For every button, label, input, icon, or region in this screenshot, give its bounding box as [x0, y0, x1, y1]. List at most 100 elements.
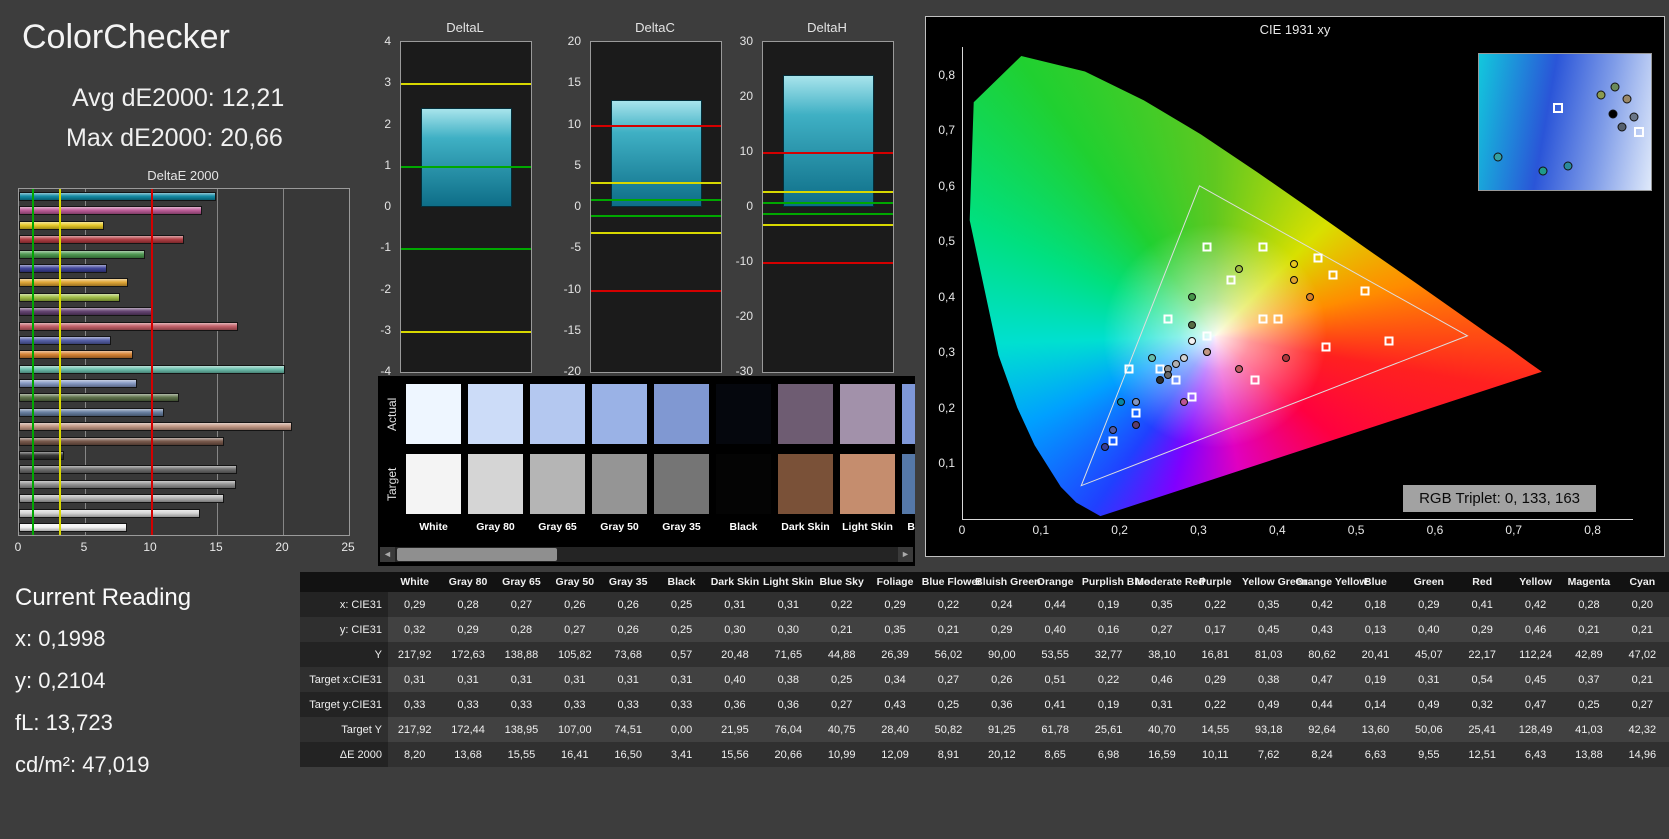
actual-patch-gray-80 — [468, 384, 523, 444]
inset-measured-point — [1617, 122, 1627, 132]
value-cell: 0,21 — [921, 617, 976, 642]
value-cell: 42,89 — [1562, 642, 1616, 667]
value-cell: 0,28 — [494, 617, 549, 642]
value-cell: 81,03 — [1242, 642, 1296, 667]
scroll-left-arrow-icon[interactable]: ◄ — [380, 547, 395, 562]
value-cell: 0,33 — [494, 692, 549, 717]
measured-point-blue-flower — [1132, 398, 1141, 407]
value-cell: 0,26 — [601, 617, 655, 642]
value-cell: 0,25 — [921, 692, 976, 717]
deltah-ticks: 30 20 10 0 -10 -20 -30 — [722, 34, 756, 378]
inset-measured-point — [1610, 82, 1620, 92]
inset-measured-point — [1563, 161, 1573, 171]
tolerance-line — [591, 124, 721, 127]
cie-y-tick: 0,4 — [938, 289, 955, 304]
tolerance-line — [591, 215, 721, 218]
value-cell: 0,45 — [1242, 617, 1296, 642]
delta-range-box — [420, 108, 512, 207]
cie-x-tick: 0,2 — [1111, 523, 1128, 537]
value-cell: 42,32 — [1615, 717, 1669, 742]
measured-point-light-skin — [1203, 348, 1212, 357]
value-cell: 0,38 — [761, 667, 815, 692]
x-tick-label: 15 — [209, 540, 223, 554]
column-header: Moderate Red — [1135, 572, 1205, 592]
reading-y: y: 0,2104 — [15, 668, 106, 693]
value-cell: 0,19 — [1081, 592, 1136, 617]
measured-point-foliage — [1187, 320, 1196, 329]
column-header: Blue Flower — [921, 572, 981, 592]
scroll-right-arrow-icon[interactable]: ► — [898, 547, 913, 562]
value-cell: 107,00 — [548, 717, 602, 742]
patch-scrollbar[interactable]: ◄ ► — [380, 547, 913, 562]
deltae-bar-dark-skin — [19, 436, 225, 446]
column-header: Gray 80 — [441, 572, 495, 592]
deltae-bar-foliage — [19, 393, 179, 403]
deltah-chart: DeltaH 30 20 10 0 -10 -20 -30 — [722, 20, 894, 392]
value-cell: 80,62 — [1295, 642, 1349, 667]
cie-x-tick: 0,6 — [1426, 523, 1444, 537]
value-cell: 40,70 — [1135, 717, 1189, 742]
target-point-red — [1384, 336, 1394, 346]
target-patch-light-skin — [840, 454, 895, 514]
value-cell: 74,51 — [601, 717, 655, 742]
cie-x-tick: 0,8 — [1584, 523, 1601, 537]
value-cell: 20,48 — [708, 642, 762, 667]
value-cell: 13,68 — [441, 742, 495, 767]
y-tick-label: 0 — [574, 199, 581, 213]
x-tick-label: 25 — [341, 540, 355, 554]
column-header: Bluish Green — [975, 572, 1040, 592]
y-tick-label: 4 — [384, 34, 391, 48]
target-point-orange-yellow — [1328, 270, 1338, 280]
y-tick-label: 10 — [567, 116, 581, 131]
value-cell: 0,57 — [654, 642, 709, 667]
value-cell: 12,09 — [868, 742, 922, 767]
value-cell: 0,35 — [868, 617, 922, 642]
value-cell: 0,21 — [1562, 617, 1616, 642]
value-cell: 12,51 — [1455, 742, 1509, 767]
value-cell: 0,27 — [815, 692, 869, 717]
cie-x-tick: 0 — [958, 523, 966, 537]
measured-point-bluish-green — [1148, 353, 1157, 362]
column-header: Cyan — [1615, 572, 1669, 592]
deltal-title: DeltaL — [446, 20, 484, 35]
target-point-moderate-red — [1321, 342, 1331, 352]
tolerance-line — [401, 248, 531, 251]
target-point-cyan — [1124, 364, 1134, 374]
value-cell: 0,40 — [1402, 617, 1456, 642]
row-label: y: CIE31 — [300, 617, 388, 642]
cie-y-tick: 0,1 — [938, 456, 955, 471]
measured-point-blue — [1100, 442, 1109, 451]
actual-patch-row — [406, 384, 915, 444]
value-cell: 13,60 — [1348, 717, 1403, 742]
inset-measured-point — [1629, 112, 1639, 122]
target-point-yellow-green — [1258, 242, 1268, 252]
column-header: Blue Sky — [815, 572, 869, 592]
value-cell: 13,88 — [1562, 742, 1616, 767]
value-cell: 20,41 — [1348, 642, 1403, 667]
value-cell: 26,39 — [868, 642, 922, 667]
table-header-row: White Gray 80 Gray 65 Gray 50 Gray 35 Black Da… — [300, 572, 1669, 592]
value-cell: 0,49 — [1402, 692, 1456, 717]
value-cell: 25,61 — [1081, 717, 1136, 742]
value-cell: 0,33 — [388, 692, 442, 717]
value-cell: 0,43 — [868, 692, 922, 717]
patch-label: Gray 35 — [662, 521, 701, 533]
value-cell: 16,59 — [1135, 742, 1189, 767]
reading-fl: fL: 13,723 — [15, 710, 113, 735]
value-cell: 0,47 — [1295, 667, 1349, 692]
value-cell: 105,82 — [548, 642, 602, 667]
x-tick-label: 0 — [14, 540, 22, 554]
deltae-bar-gray-50 — [19, 479, 236, 489]
cie-x-tick: 0,4 — [1268, 523, 1286, 537]
scrollbar-thumb[interactable] — [397, 548, 557, 561]
deltae-bar-red — [19, 235, 185, 245]
target-point-foliage — [1226, 275, 1236, 285]
column-header: Black — [654, 572, 709, 592]
value-cell: 0,14 — [1348, 692, 1403, 717]
value-cell: 32,77 — [1081, 642, 1136, 667]
value-cell: 6,43 — [1508, 742, 1563, 767]
value-cell: 0,21 — [1615, 617, 1669, 642]
value-cell: 0,30 — [761, 617, 815, 642]
target-point-blue — [1108, 436, 1118, 446]
cie-zoom-inset — [1478, 53, 1652, 191]
